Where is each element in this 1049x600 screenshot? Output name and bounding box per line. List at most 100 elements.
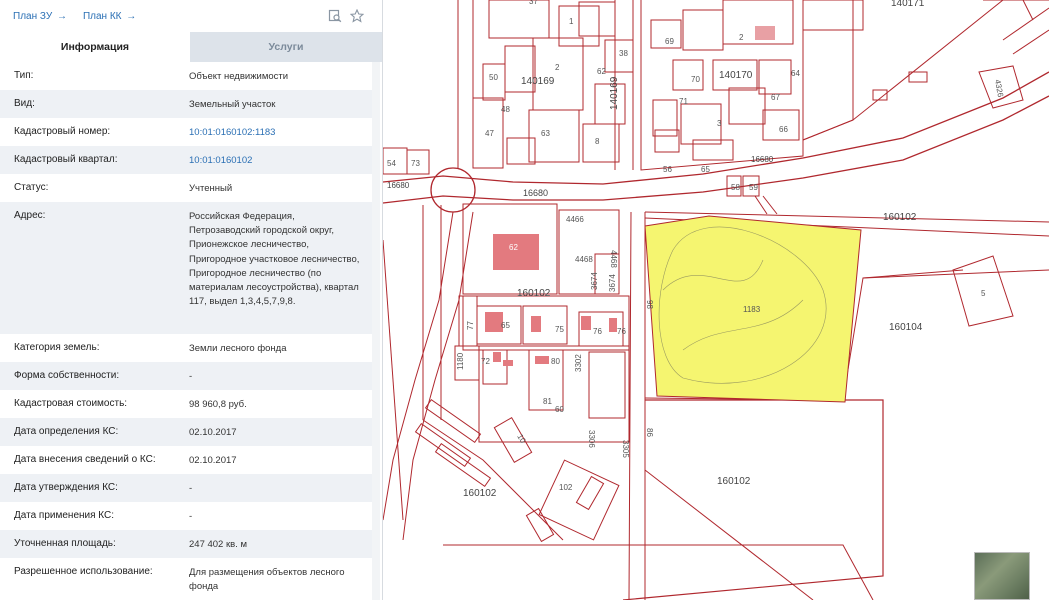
scrollbar[interactable]	[372, 62, 380, 600]
parcel-label: 3674	[608, 274, 617, 292]
row-label: Адрес:	[14, 210, 46, 221]
parcel-label: 62	[509, 243, 518, 252]
row-label: Кадастровый квартал:	[14, 154, 118, 165]
parcel-label: 63	[541, 129, 550, 138]
parcel-label: 75	[555, 325, 564, 334]
satellite-layer-thumbnail[interactable]	[974, 552, 1030, 600]
row-value: -	[189, 511, 193, 522]
parcel-label: 3305	[621, 440, 630, 458]
row-label: Разрешенное использование:	[14, 566, 153, 577]
parcel-label: 5	[981, 289, 986, 298]
row-value: Земельный участок	[189, 99, 276, 110]
row-label: Форма собственности:	[14, 370, 120, 381]
parcel-label: 4466	[566, 215, 584, 224]
info-row: Форма собственности: -	[0, 362, 372, 390]
row-value-link[interactable]: 10:01:0160102	[189, 146, 372, 174]
parcel-label: 76	[617, 327, 626, 336]
plan-zu-label: План ЗУ	[13, 10, 53, 22]
plan-zu-link[interactable]: План ЗУ →	[13, 11, 67, 22]
parcel-label: 3	[717, 119, 722, 128]
quarter-label: 140170	[719, 70, 753, 81]
info-row: Статус: Учтенный	[0, 174, 372, 202]
parcel-label: 80	[551, 357, 560, 366]
parcel-label: 8	[595, 137, 600, 146]
parcel-label: 73	[411, 159, 420, 168]
row-value: 02.10.2017	[189, 455, 237, 466]
parcel-label: 66	[779, 125, 788, 134]
search-document-icon[interactable]	[328, 9, 342, 23]
parcel-label: 3302	[574, 354, 583, 372]
row-label: Тип:	[14, 70, 34, 81]
parcel-label: 3306	[587, 430, 596, 448]
row-label: Дата применения КС:	[14, 510, 115, 521]
parcel-label: 1	[569, 17, 574, 26]
plan-kk-label: План КК	[82, 10, 122, 22]
info-row: Дата утверждения КС: -	[0, 474, 372, 502]
panel-tabs: Информация Услуги	[0, 32, 382, 62]
quarter-label: 160102	[517, 288, 551, 299]
info-row: Кадастровая стоимость: 98 960,8 руб.	[0, 390, 372, 418]
parcel-label: 48	[501, 105, 510, 114]
row-value: 247 402 кв. м	[189, 539, 247, 550]
parcel-label: 56	[663, 165, 672, 174]
parcel-label: 65	[501, 321, 510, 330]
info-row: Дата применения КС: -	[0, 502, 372, 530]
property-table: Тип: Объект недвижимости Вид: Земельный уча…	[0, 62, 372, 596]
tab-information[interactable]: Информация	[0, 32, 190, 62]
parcel-label: 59	[749, 183, 758, 192]
star-icon[interactable]	[349, 8, 365, 23]
row-label: Категория земель:	[14, 342, 100, 353]
quarter-label: 160102	[463, 488, 497, 499]
parcel-label: 71	[679, 97, 688, 106]
info-row: Адрес: Российская Федерация, Петрозаводск…	[0, 202, 372, 334]
panel-top-bar: План ЗУ → План КК →	[0, 0, 382, 32]
cadastral-map[interactable]: 140171 140169 140169 140170 160102 16010…	[383, 0, 1049, 600]
info-panel: План ЗУ → План КК → Информация Услуги Ти…	[0, 0, 383, 600]
parcel-label: 69	[665, 37, 674, 46]
quarter-label: 160102	[883, 212, 917, 223]
parcel-label: 67	[771, 93, 780, 102]
quarter-label: 140169	[609, 76, 620, 110]
road-label: 16680	[523, 188, 548, 198]
row-label: Кадастровая стоимость:	[14, 398, 128, 409]
parcel-label: 1183	[743, 305, 761, 314]
parcel-label: 86	[645, 428, 654, 437]
row-value: Российская Федерация, Петрозаводский гор…	[189, 211, 360, 308]
parcel-label: 102	[559, 483, 573, 492]
map-canvas[interactable]: 140171 140169 140169 140170 160102 16010…	[383, 0, 1049, 600]
quarter-label: 140171	[891, 0, 925, 9]
row-value-link[interactable]: 10:01:0160102:1183	[189, 118, 372, 146]
parcel-label: 4468	[609, 250, 618, 268]
tab-services[interactable]: Услуги	[190, 32, 382, 62]
info-row: Кадастровый квартал: 10:01:0160102	[0, 146, 372, 174]
parcel-label: 70	[691, 75, 700, 84]
plan-kk-link[interactable]: План КК →	[83, 11, 136, 22]
parcel-label: 47	[485, 129, 494, 138]
row-label: Вид:	[14, 98, 35, 109]
road-label: 16680	[387, 181, 410, 190]
row-value: 98 960,8 руб.	[189, 399, 247, 410]
parcel-label: 98	[645, 300, 654, 309]
row-value: Земли лесного фонда	[189, 343, 287, 354]
quarter-label: 140169	[521, 76, 555, 87]
info-row: Дата внесения сведений о КС: 02.10.2017	[0, 446, 372, 474]
parcel-label: 37	[529, 0, 538, 6]
row-label: Дата утверждения КС:	[14, 482, 118, 493]
row-value: -	[189, 371, 193, 382]
info-row: Уточненная площадь: 247 402 кв. м	[0, 530, 372, 558]
parcel-label: 81	[543, 397, 552, 406]
info-row: Кадастровый номер: 10:01:0160102:1183	[0, 118, 372, 146]
road-label: 16680	[751, 155, 774, 164]
parcel-label: 3674	[590, 272, 599, 290]
quarter-label: 160102	[717, 476, 751, 487]
parcel-label: 2	[555, 63, 560, 72]
row-label: Дата определения КС:	[14, 426, 119, 437]
info-row: Тип: Объект недвижимости	[0, 62, 372, 90]
parcel-label: 2	[739, 33, 744, 42]
row-value: Учтенный	[189, 183, 233, 194]
info-row: Вид: Земельный участок	[0, 90, 372, 118]
info-row: Разрешенное использование: Для размещения…	[0, 558, 372, 596]
info-row: Дата определения КС: 02.10.2017	[0, 418, 372, 446]
parcel-label: 50	[489, 73, 498, 82]
row-label: Статус:	[14, 182, 49, 193]
